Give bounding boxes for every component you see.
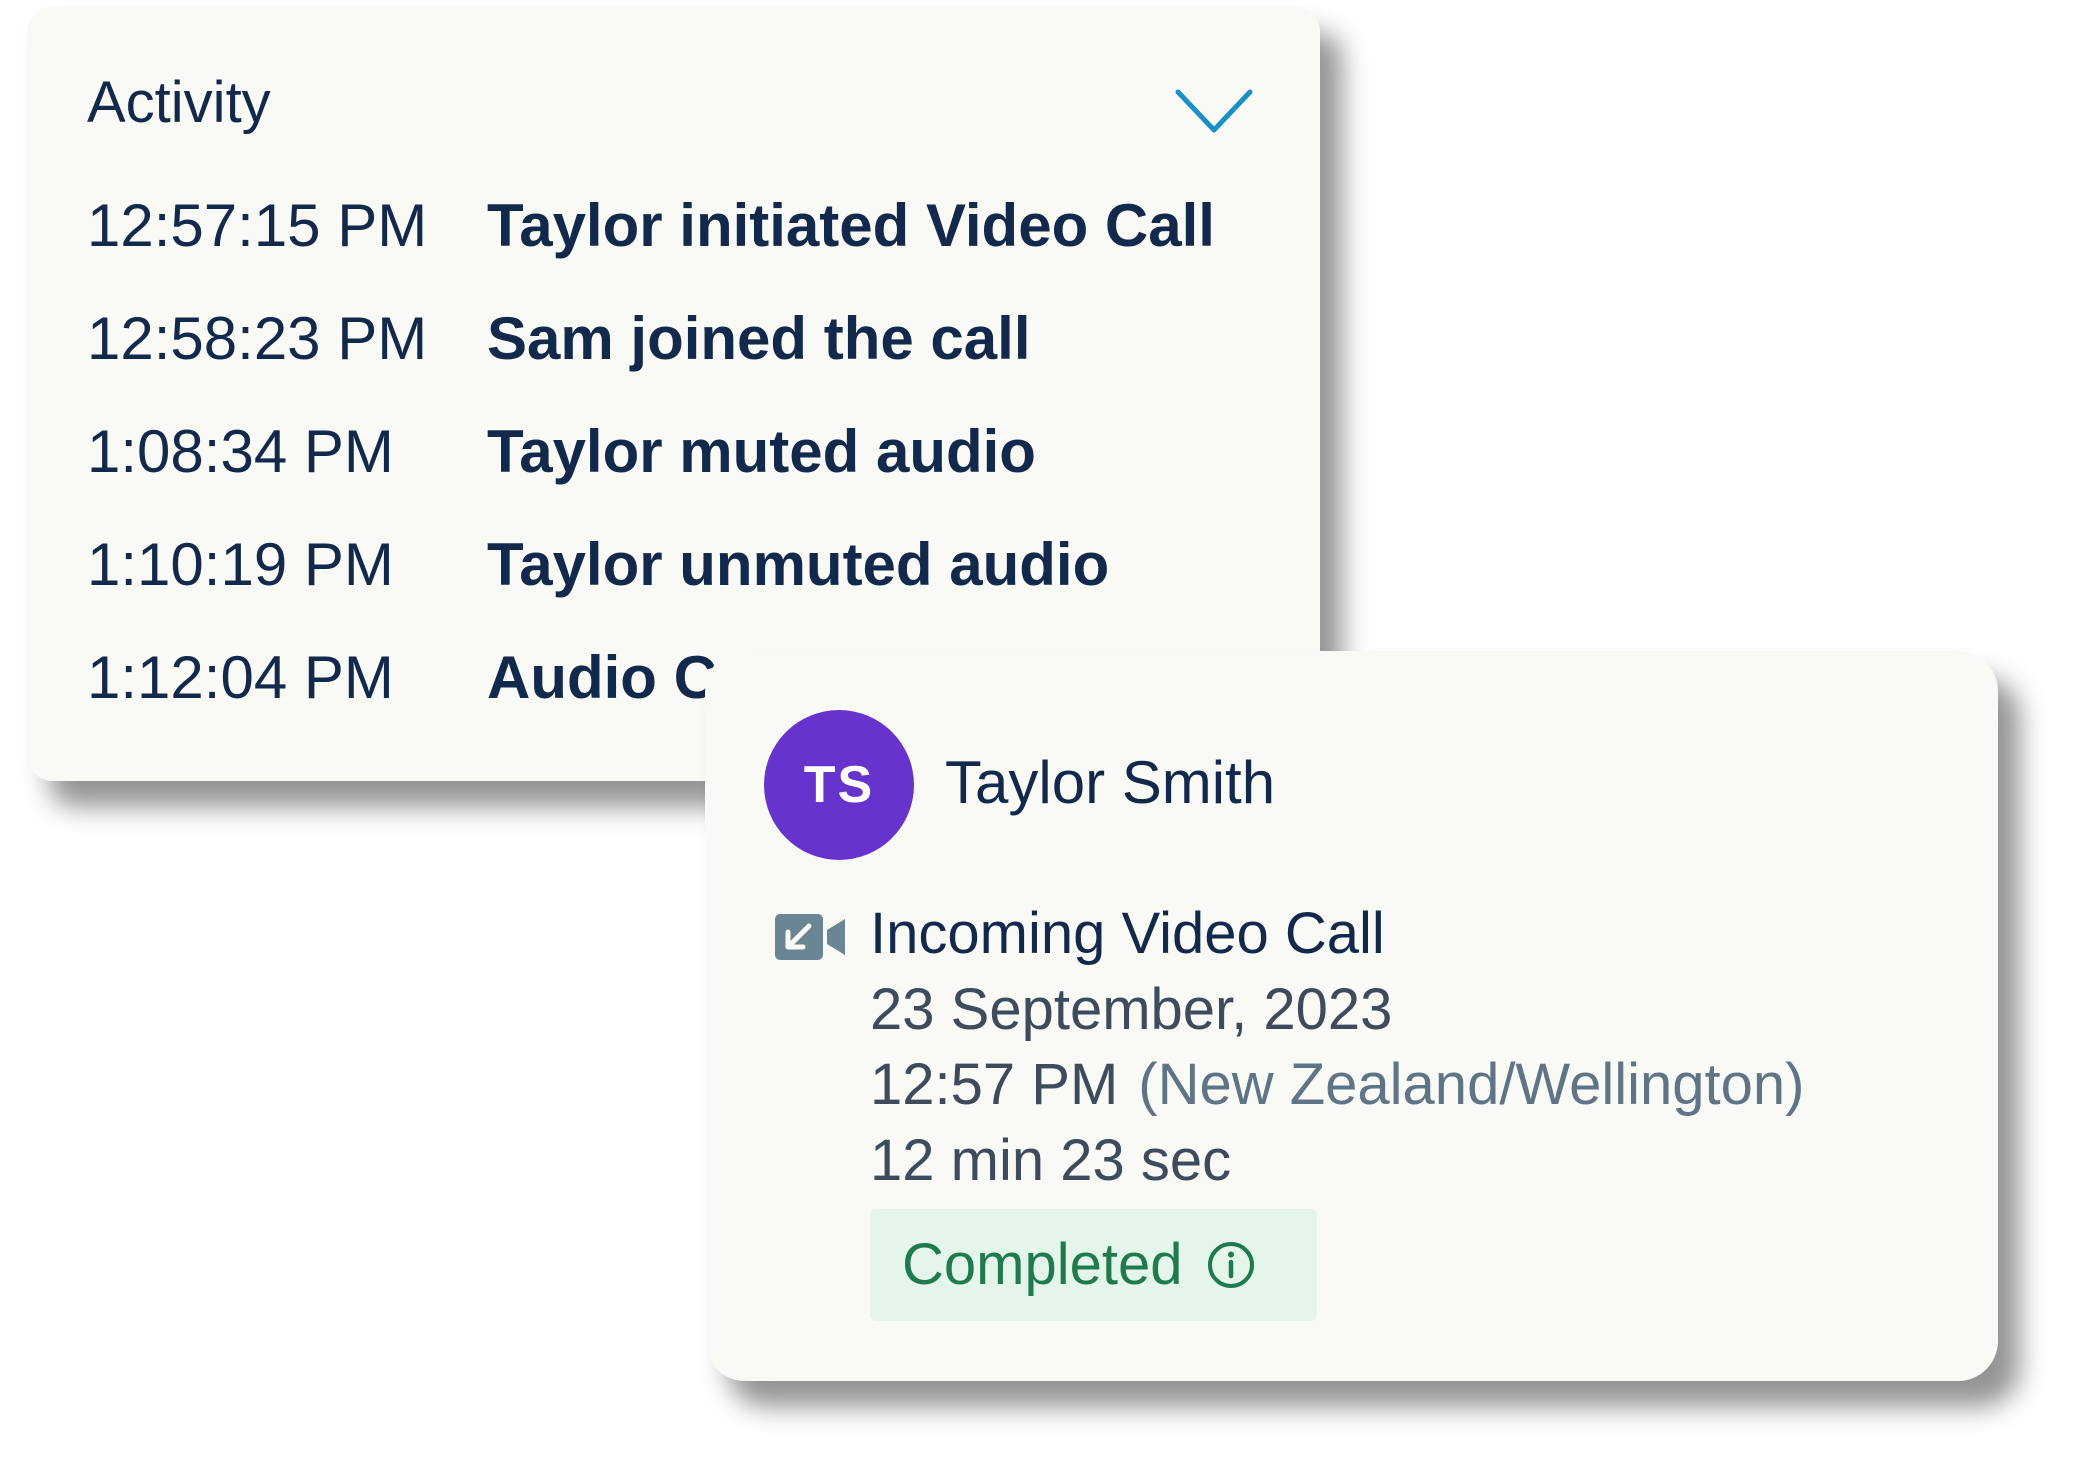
activity-time: 1:08:34 PM — [87, 418, 394, 485]
activity-time: 1:12:04 PM — [87, 644, 394, 711]
status-badge: Completed — [870, 1209, 1317, 1321]
activity-time: 12:57:15 PM — [87, 192, 428, 259]
activity-title: Activity — [87, 70, 271, 135]
call-date: 23 September, 2023 — [870, 977, 1393, 1042]
activity-row: 12:58:23 PM Sam joined the call — [87, 309, 1215, 422]
info-icon[interactable] — [1206, 1240, 1256, 1290]
activity-event: Audio C — [487, 644, 717, 711]
call-duration: 12 min 23 sec — [870, 1128, 1232, 1193]
activity-event: Sam joined the call — [487, 305, 1031, 372]
call-type: Incoming Video Call — [870, 901, 1385, 966]
call-time: 12:57 PM — [870, 1052, 1119, 1117]
stage: Activity 12:57:15 PM Taylor initiated Vi… — [0, 0, 2092, 1460]
activity-event: Taylor muted audio — [487, 418, 1036, 485]
call-timezone: (New Zealand/Wellington) — [1138, 1052, 1805, 1117]
activity-row: 12:57:15 PM Taylor initiated Video Call — [87, 196, 1215, 309]
activity-row: 1:08:34 PM Taylor muted audio — [87, 422, 1215, 535]
call-detail-card: TS Taylor Smith Incoming Video Call 23 S… — [705, 651, 1998, 1381]
call-time-row: 12:57 PM (New Zealand/Wellington) — [870, 1056, 1805, 1114]
contact-name: Taylor Smith — [945, 749, 1276, 816]
status-label: Completed — [902, 1232, 1183, 1297]
activity-event: Taylor initiated Video Call — [487, 192, 1215, 259]
activity-time: 12:58:23 PM — [87, 305, 428, 372]
avatar: TS — [764, 710, 914, 860]
activity-time: 1:10:19 PM — [87, 531, 394, 598]
incoming-video-call-icon — [775, 914, 845, 960]
activity-event: Taylor unmuted audio — [487, 531, 1110, 598]
activity-row: 1:10:19 PM Taylor unmuted audio — [87, 535, 1215, 648]
chevron-down-icon[interactable] — [1174, 88, 1254, 138]
